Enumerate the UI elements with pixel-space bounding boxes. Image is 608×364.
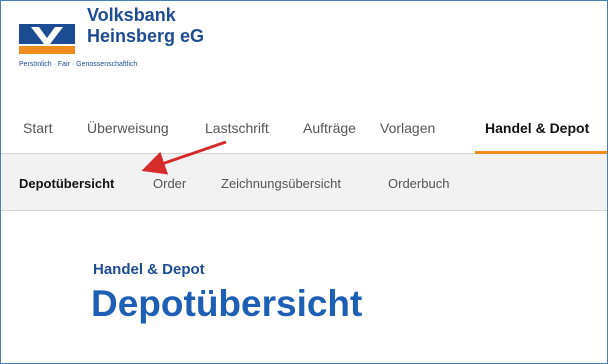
page-title: Depotübersicht: [91, 283, 363, 324]
bank-header: Volksbank Heinsberg eG Persönlich · Fair…: [1, 1, 607, 101]
nav-lastschrift[interactable]: Lastschrift: [205, 120, 269, 136]
bank-tagline: Persönlich · Fair · Genossenschaftlich: [19, 61, 138, 68]
main-navigation: Start Überweisung Lastschrift Aufträge V…: [1, 101, 607, 154]
nav-handel-depot[interactable]: Handel & Depot: [485, 120, 589, 136]
volksbank-logo-icon[interactable]: [19, 24, 75, 54]
nav-ueberweisung[interactable]: Überweisung: [87, 120, 169, 136]
main-content: Handel & Depot Depotübersicht: [1, 211, 607, 363]
nav-vorlagen[interactable]: Vorlagen: [380, 120, 435, 136]
subnav-order[interactable]: Order: [153, 176, 186, 191]
subnav-zeichnungsuebersicht[interactable]: Zeichnungsübersicht: [221, 176, 341, 191]
nav-auftraege[interactable]: Aufträge: [303, 120, 356, 136]
bank-name-line1: Volksbank: [87, 5, 176, 25]
app-window: Volksbank Heinsberg eG Persönlich · Fair…: [0, 0, 608, 364]
nav-start[interactable]: Start: [23, 120, 53, 136]
subnav-orderbuch[interactable]: Orderbuch: [388, 176, 449, 191]
bank-name-line2: Heinsberg eG: [87, 26, 205, 46]
section-overline: Handel & Depot: [93, 261, 205, 278]
sub-navigation: Depotübersicht Order Zeichnungsübersicht…: [1, 154, 607, 211]
bank-name: Volksbank Heinsberg eG: [87, 5, 204, 47]
subnav-depotuebersicht[interactable]: Depotübersicht: [19, 176, 114, 191]
